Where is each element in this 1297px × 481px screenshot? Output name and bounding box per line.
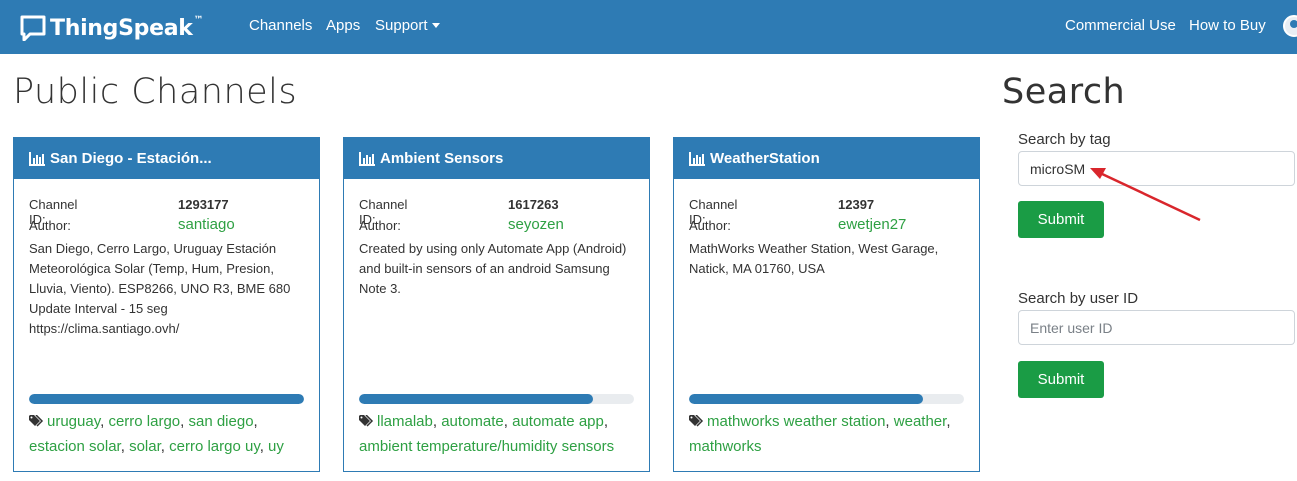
channel-card: WeatherStation Channel ID: 12397 Author: e… [673, 137, 980, 472]
search-user-input[interactable] [1018, 310, 1295, 345]
tag-link[interactable]: mathworks [689, 438, 762, 455]
tag-submit-button[interactable]: Submit [1018, 201, 1104, 238]
channel-title-link[interactable]: Ambient Sensors [344, 138, 649, 179]
search-title: Search [1002, 72, 1126, 112]
author-link[interactable]: santiago [178, 216, 235, 233]
author-link[interactable]: ewetjen27 [838, 216, 906, 233]
caret-down-icon [431, 22, 440, 28]
channel-title: Ambient Sensors [380, 150, 504, 167]
tag-link[interactable]: llamalab [377, 413, 433, 430]
channel-card: Ambient Sensors Channel ID: 1617263 Autho… [343, 137, 650, 472]
nav-support-label: Support [375, 17, 428, 34]
nav-support[interactable]: Support [375, 17, 440, 34]
channel-description: MathWorks Weather Station, West Garage, … [689, 239, 959, 279]
tag-link[interactable]: mathworks weather station [707, 413, 885, 430]
nav-commercial-use[interactable]: Commercial Use [1065, 17, 1176, 34]
brand-trademark: ™ [193, 14, 204, 26]
tag-list: mathworks weather station, weather, mathw… [689, 413, 951, 455]
description-line: Lluvia, Viento). ESP8266, UNO R3, BME 68… [29, 281, 291, 296]
search-by-tag-label: Search by tag [1018, 131, 1111, 148]
author-label: Author: [359, 218, 401, 233]
channel-description: San Diego, Cerro Largo, Uruguay Estación… [29, 239, 299, 339]
channel-id-value: 1617263 [508, 197, 559, 212]
page-title: Public Channels [13, 72, 298, 112]
tag-link[interactable]: estacion solar [29, 438, 121, 455]
nav-channels[interactable]: Channels [249, 17, 312, 34]
tags-icon [689, 415, 704, 427]
channel-title: San Diego - Estación... [50, 150, 212, 167]
tag-link[interactable]: cerro largo uy [169, 438, 260, 455]
description-line: Created by using only Automate App (Andr… [359, 241, 627, 256]
progress-bar [29, 394, 304, 404]
progress-bar [689, 394, 964, 404]
brand-name: ThingSpeak [50, 15, 193, 41]
tag-list: llamalab, automate, automate app, ambient… [359, 413, 615, 455]
brand-logo[interactable]: ThingSpeak ™ [20, 12, 204, 44]
progress-bar [359, 394, 634, 404]
description-line: Meteorológica Solar (Temp, Hum, Presion, [29, 261, 274, 276]
tag-link[interactable]: automate [441, 413, 504, 430]
search-tag-input[interactable] [1018, 151, 1295, 186]
author-link[interactable]: seyozen [508, 216, 564, 233]
channel-description: Created by using only Automate App (Andr… [359, 239, 629, 299]
tag-link[interactable]: automate app [512, 413, 604, 430]
tag-link[interactable]: san diego [188, 413, 253, 430]
progress-bar-fill [29, 394, 304, 404]
tag-link[interactable]: uruguay [47, 413, 100, 430]
tags-icon [29, 415, 44, 427]
progress-bar-fill [359, 394, 593, 404]
channel-title-link[interactable]: WeatherStation [674, 138, 979, 179]
description-line: Update Interval - 15 seg [29, 301, 168, 316]
description-line: Note 3. [359, 281, 401, 296]
channel-title-link[interactable]: San Diego - Estación... [14, 138, 319, 179]
description-line: San Diego, Cerro Largo, Uruguay Estación [29, 241, 277, 256]
user-avatar-icon[interactable] [1283, 15, 1297, 37]
progress-bar-fill [689, 394, 923, 404]
tag-link[interactable]: ambient temperature/humidity sensors [359, 438, 614, 455]
nav-apps[interactable]: Apps [326, 17, 360, 34]
channel-title: WeatherStation [710, 150, 820, 167]
top-navbar: ThingSpeak ™ Channels Apps Support Comme… [0, 0, 1297, 54]
description-line: MathWorks Weather Station, West Garage, [689, 241, 939, 256]
tags-icon [359, 415, 374, 427]
search-by-user-label: Search by user ID [1018, 290, 1139, 307]
bar-chart-icon [689, 151, 705, 166]
speech-bubble-icon [20, 15, 46, 41]
nav-how-to-buy[interactable]: How to Buy [1189, 17, 1266, 34]
description-line: Natick, MA 01760, USA [689, 261, 825, 276]
tag-link[interactable]: solar [129, 438, 161, 455]
description-line: https://clima.santiago.ovh/ [29, 321, 180, 336]
channel-id-value: 12397 [838, 197, 875, 212]
author-label: Author: [29, 218, 71, 233]
user-submit-button[interactable]: Submit [1018, 361, 1104, 398]
bar-chart-icon [29, 151, 45, 166]
tag-list: uruguay, cerro largo, san diego, estacion… [29, 413, 284, 455]
channel-id-value: 1293177 [178, 197, 229, 212]
tag-link[interactable]: weather [894, 413, 947, 430]
channel-card: San Diego - Estación... Channel ID: 12931… [13, 137, 320, 472]
author-label: Author: [689, 218, 731, 233]
tag-link[interactable]: uy [268, 438, 284, 455]
tag-link[interactable]: cerro largo [108, 413, 180, 430]
bar-chart-icon [359, 151, 375, 166]
description-line: and built-in sensors of an android Samsu… [359, 261, 610, 276]
